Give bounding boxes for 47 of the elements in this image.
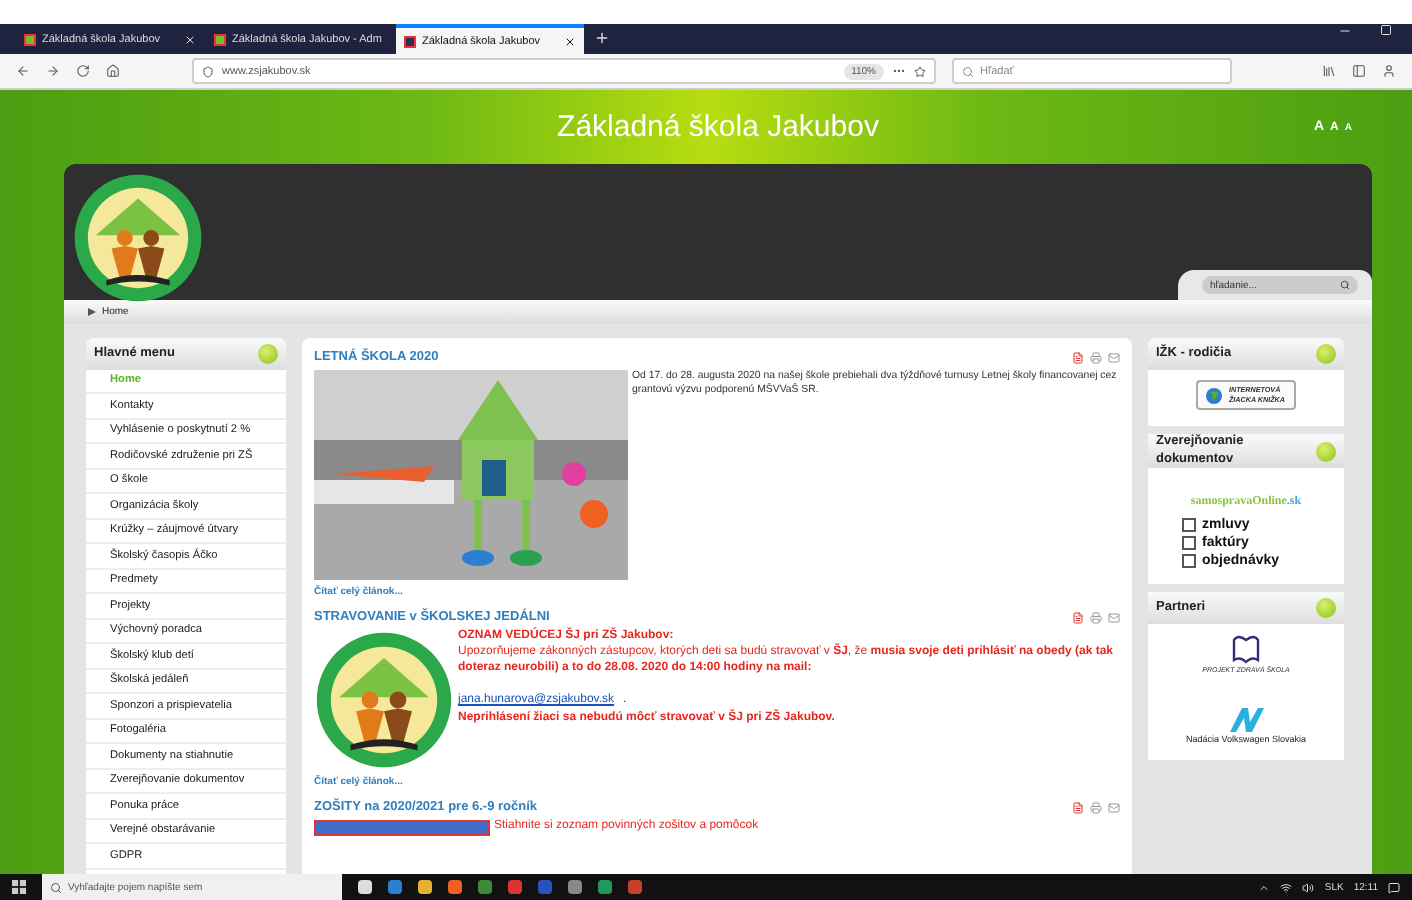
maximize-icon[interactable]	[1380, 24, 1392, 36]
arrow-icon	[88, 308, 96, 316]
sidebar-icon[interactable]	[1352, 64, 1366, 78]
close-icon[interactable]	[564, 35, 576, 47]
site-title: Základná škola Jakubov	[557, 110, 879, 144]
reload-icon[interactable]	[76, 64, 90, 78]
app-icon[interactable]	[568, 880, 582, 894]
forward-icon[interactable]	[46, 64, 60, 78]
account-icon[interactable]	[1382, 64, 1396, 78]
email-icon[interactable]	[1108, 351, 1120, 363]
print-icon[interactable]	[1090, 351, 1102, 363]
app-icon[interactable]	[508, 880, 522, 894]
library-icon[interactable]	[1322, 64, 1336, 78]
foundation-logo-icon	[1225, 706, 1266, 735]
email-icon[interactable]	[1108, 611, 1120, 623]
app-icon[interactable]	[598, 880, 612, 894]
volume-icon[interactable]	[1302, 881, 1315, 893]
pdf-icon[interactable]	[1072, 611, 1084, 623]
print-icon[interactable]	[1090, 611, 1102, 623]
shield-icon	[202, 65, 214, 77]
bookmark-star-icon[interactable]	[914, 65, 926, 77]
minimize-icon[interactable]	[1338, 24, 1352, 38]
search-icon	[50, 881, 62, 893]
school-logo	[72, 172, 204, 304]
search-icon	[962, 65, 974, 77]
more-icon[interactable]	[892, 64, 906, 78]
school-logo	[314, 630, 454, 770]
email-icon[interactable]	[1108, 801, 1120, 813]
back-icon[interactable]	[16, 64, 30, 78]
pdf-icon[interactable]	[1072, 351, 1084, 363]
app-icon[interactable]	[358, 880, 372, 894]
app-icon[interactable]	[388, 880, 402, 894]
new-tab-icon[interactable]	[594, 29, 610, 45]
book-logo-icon	[1229, 634, 1262, 667]
windows-logo-icon[interactable]	[12, 880, 26, 894]
globe-icon	[1206, 387, 1223, 404]
app-icon[interactable]	[418, 880, 432, 894]
notifications-icon[interactable]	[1388, 881, 1400, 893]
app-icon[interactable]	[628, 880, 642, 894]
home-icon[interactable]	[106, 64, 120, 78]
app-icon[interactable]	[478, 880, 492, 894]
network-icon[interactable]	[1280, 881, 1293, 893]
search-icon[interactable]	[1340, 280, 1350, 290]
print-icon[interactable]	[1090, 801, 1102, 813]
pdf-icon[interactable]	[1072, 801, 1084, 813]
app-icon[interactable]	[448, 880, 462, 894]
caret-icon[interactable]	[1258, 881, 1271, 893]
